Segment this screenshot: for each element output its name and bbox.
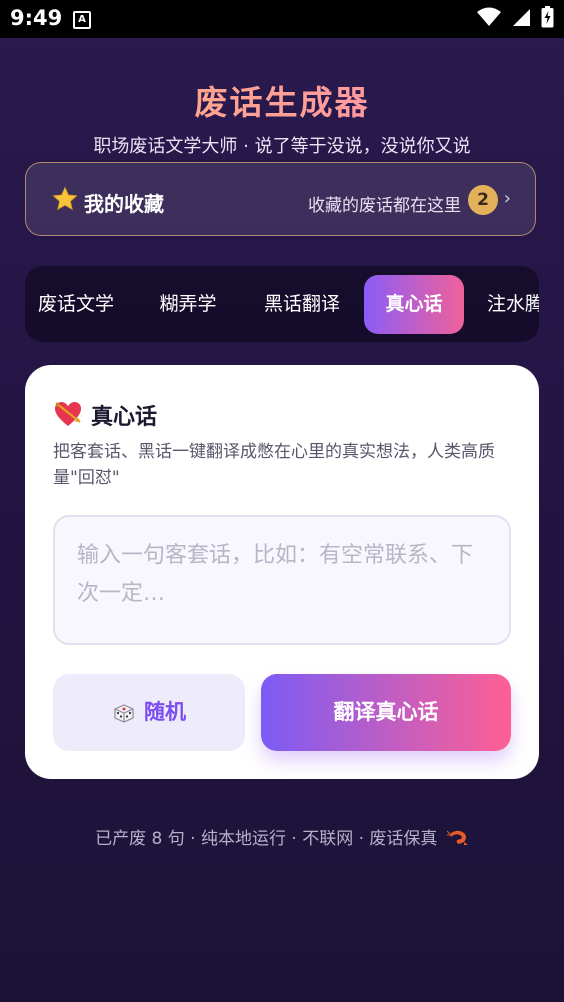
footer-text: 已产废 8 句 · 纯本地运行 · 不联网 · 废话保真: [95, 829, 438, 849]
shrimp-icon: [446, 830, 468, 845]
battery-icon: [541, 6, 554, 28]
status-time: 9:49: [10, 6, 63, 30]
favorites-description: 收藏的废话都在这里: [308, 196, 461, 216]
random-button[interactable]: 随机: [53, 674, 245, 751]
tab-nonsense-literature[interactable]: 废话文学: [25, 275, 127, 334]
notification-icon: A: [73, 11, 91, 29]
app-title: 废话生成器: [0, 76, 564, 124]
tab-honest-words[interactable]: 真心话: [364, 275, 464, 334]
heart-arrow-icon: [55, 402, 81, 426]
tab-fooling-around[interactable]: 糊弄学: [143, 275, 233, 334]
signal-icon: [513, 9, 530, 26]
footer-stats: 已产废 8 句 · 纯本地运行 · 不联网 · 废话保真: [0, 824, 564, 849]
status-icons: [477, 6, 554, 28]
favorites-title: 我的收藏: [84, 192, 164, 216]
tab-jargon-translate[interactable]: 黑话翻译: [251, 275, 353, 334]
chevron-right-icon: ›: [503, 188, 511, 209]
favorites-count-badge: 2: [468, 185, 498, 215]
source-text-input[interactable]: 输入一句客套话，比如：有空常联系、下次一定…: [53, 515, 511, 645]
status-bar: 9:49 A: [0, 0, 564, 38]
dice-icon: [114, 704, 134, 723]
card-description: 把客套话、黑话一键翻译成憋在心里的真实想法，人类高质量"回怼": [53, 442, 495, 488]
category-tabs[interactable]: 废话文学 糊弄学 黑话翻译 真心话 注水腾: [25, 266, 539, 342]
random-button-label: 随机: [144, 700, 186, 724]
tab-watering[interactable]: 注水腾: [477, 275, 539, 334]
app-subtitle: 职场废话文学大师 · 说了等于没说，没说你又说: [93, 136, 471, 157]
translate-button[interactable]: 翻译真心话: [261, 674, 511, 751]
favorites-card[interactable]: 我的收藏 收藏的废话都在这里 2 ›: [25, 162, 536, 236]
translate-card: 真心话 把客套话、黑话一键翻译成憋在心里的真实想法，人类高质量"回怼" 输入一句…: [25, 365, 539, 779]
star-icon: [52, 186, 78, 211]
wifi-icon: [477, 7, 501, 26]
card-title: 真心话: [91, 405, 158, 430]
